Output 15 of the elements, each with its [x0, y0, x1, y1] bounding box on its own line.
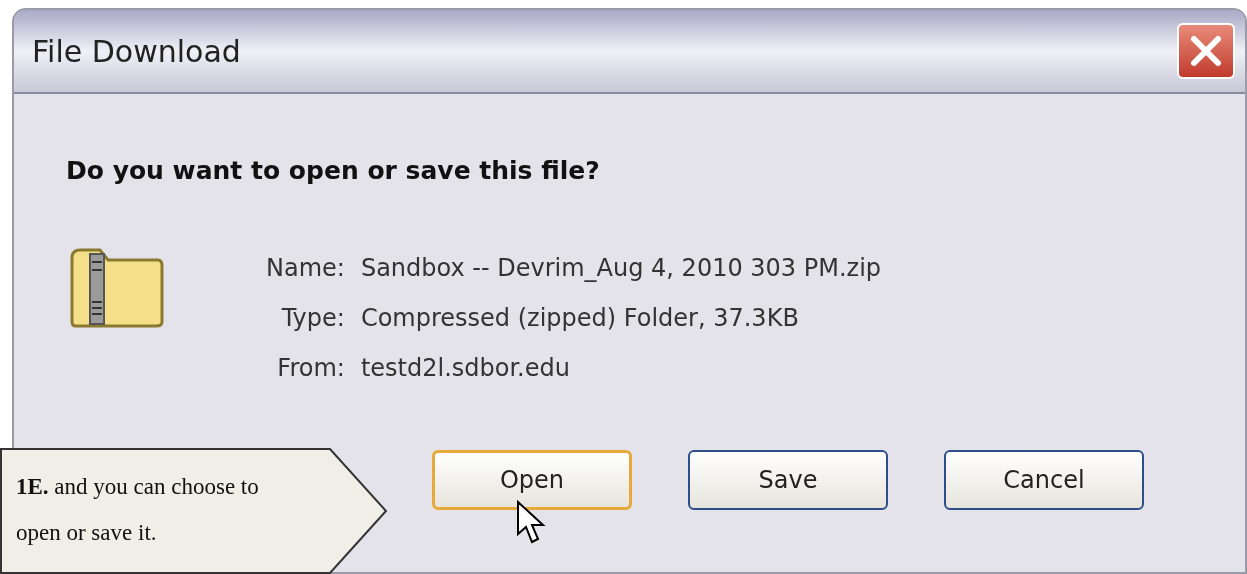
- field-label: Name:: [266, 252, 345, 284]
- window-title: File Download: [32, 32, 241, 71]
- dialog-button[interactable]: Open: [432, 449, 632, 510]
- field-value: testd2l.sdbor.edu: [360, 352, 571, 384]
- field-value: Sandbox -- Devrim_Aug 4, 2010 303 PM.zip: [360, 252, 882, 284]
- close-icon: [1189, 34, 1223, 68]
- dialog-button[interactable]: Cancel: [944, 449, 1144, 510]
- field-label: From:: [276, 352, 345, 384]
- field-value: Compressed (zipped) Folder, 37.3KB: [360, 302, 800, 334]
- question-heading: Do you want to open or save this file?: [66, 155, 601, 187]
- dialog-button[interactable]: Save: [688, 449, 888, 510]
- field-label: Type:: [280, 302, 345, 334]
- callout: 1E. and you can choose to open or save it.: [0, 448, 388, 574]
- cursor-icon: [516, 500, 546, 546]
- close-button[interactable]: [1177, 23, 1235, 79]
